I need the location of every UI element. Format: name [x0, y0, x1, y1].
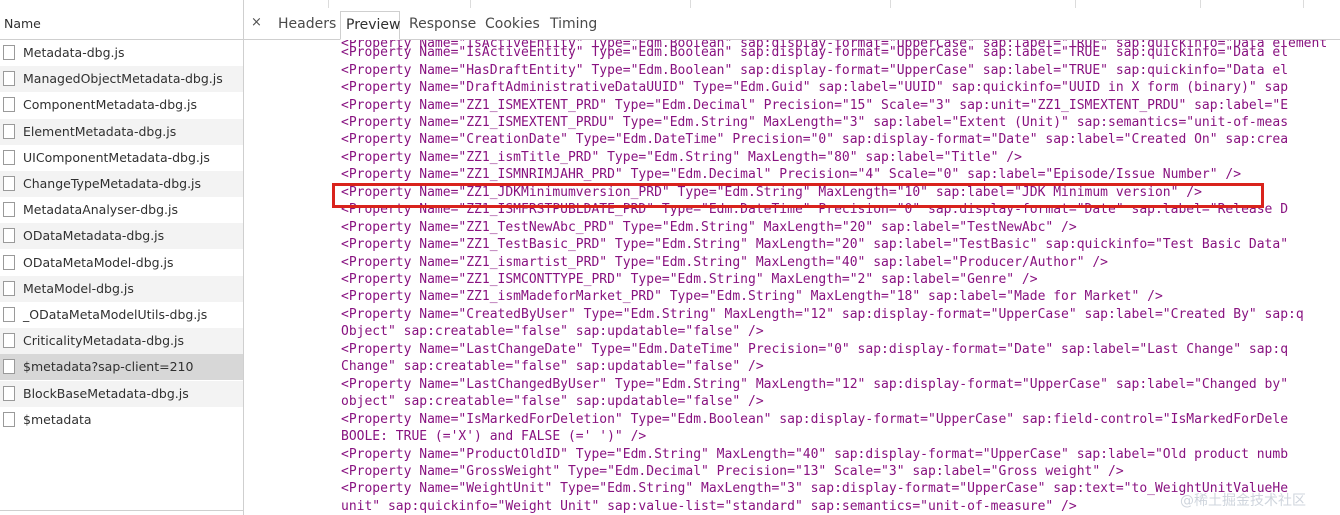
request-name: ChangeTypeMetadata-dbg.js: [23, 176, 202, 191]
request-list-item[interactable]: BlockBaseMetadata-dbg.js: [0, 380, 243, 407]
request-name: ODataMetadata-dbg.js: [23, 228, 165, 244]
code-line: <Property Name="HasDraftEntity" Type="Ed…: [341, 62, 1289, 78]
code-line: <Property Name="ZZ1_ismartist_PRD" Type=…: [341, 254, 1109, 270]
code-line: <Property Name="ZZ1_ISMEXTENT_PRD" Type=…: [341, 97, 1289, 113]
file-icon: [3, 359, 15, 375]
request-name: ManagedObjectMetadata-dbg.js: [23, 71, 223, 87]
name-column-header-label: Name: [4, 16, 41, 31]
file-icon: [3, 71, 15, 87]
code-line: BOOLE: TRUE (='X') and FALSE (=' ')" />: [341, 429, 647, 445]
tab-cookies[interactable]: Cookies: [485, 16, 540, 32]
code-line: object" sap:creatable="false" sap:updata…: [341, 394, 764, 410]
file-icon: [3, 307, 15, 322]
request-name: ComponentMetadata-dbg.js: [23, 97, 198, 113]
request-name: $metadata: [23, 411, 92, 427]
code-line: <Property Name="LastChangeDate" Type="Ed…: [341, 341, 1289, 357]
request-list-item[interactable]: ElementMetadata-dbg.js: [0, 118, 243, 145]
name-column-header[interactable]: Name: [0, 8, 243, 40]
request-name: _ODataMetaModelUtils-dbg.js: [23, 307, 208, 322]
detail-tab-bar: × Headers Preview Response Cookies Timin…: [244, 8, 1340, 40]
code-line: <Property Name="CreationDate" Type="Edm.…: [341, 132, 1289, 148]
file-icon: [3, 385, 15, 401]
request-list-item[interactable]: UIComponentMetadata-dbg.js: [0, 145, 243, 171]
request-list-item[interactable]: Metadata-dbg.js: [0, 40, 243, 66]
request-name: $metadata?sap-client=210: [23, 359, 194, 375]
code-line: <Property Name="ZZ1_TestNewAbc_PRD" Type…: [341, 219, 1077, 235]
code-line: <Property Name="IsActiveEntity" Type="Ed…: [341, 45, 1289, 61]
code-line: <Property Name="ProductOldID" Type="Edm.…: [341, 446, 1289, 462]
request-list-item[interactable]: _ODataMetaModelUtils-dbg.js: [0, 302, 243, 328]
code-line: <Property Name="ZZ1_ismMadeforMarket_PRD…: [341, 289, 1163, 305]
code-line: <Property Name="CreatedByUser" Type="Edm…: [341, 306, 1304, 322]
code-line: <Property Name="GrossWeight" Type="Edm.D…: [341, 463, 1124, 479]
file-icon: [3, 123, 15, 139]
file-icon: [3, 333, 15, 349]
close-icon[interactable]: ×: [251, 15, 262, 30]
tab-headers[interactable]: Headers: [278, 16, 336, 32]
request-list-item[interactable]: ManagedObjectMetadata-dbg.js: [0, 66, 243, 93]
tab-timing[interactable]: Timing: [550, 16, 597, 32]
request-list-item[interactable]: ODataMetadata-dbg.js: [0, 223, 243, 250]
highlight-box: [332, 183, 1264, 208]
request-name: Metadata-dbg.js: [23, 45, 125, 60]
request-name: UIComponentMetadata-dbg.js: [23, 149, 210, 165]
code-line: <Property Name="ZZ1_ISMNRIMJAHR_PRD" Typ…: [341, 167, 1242, 183]
file-icon: [3, 280, 15, 296]
file-icon: [3, 45, 15, 60]
file-icon: [3, 176, 15, 191]
request-list-item[interactable]: $metadata?sap-client=210: [0, 354, 243, 381]
file-icon: [3, 202, 15, 218]
tab-response[interactable]: Response: [409, 16, 476, 32]
request-name: MetadataAnalyser-dbg.js: [23, 202, 179, 218]
request-list-item[interactable]: MetadataAnalyser-dbg.js: [0, 197, 243, 223]
tab-preview-label: Preview: [346, 17, 401, 33]
request-list-panel: Name Metadata-dbg.js ManagedObjectMetadat…: [0, 0, 244, 515]
code-line: <Property Name="ZZ1_ISMCONTTYPE_PRD" Typ…: [341, 272, 1038, 287]
code-line: <Property Name="ZZ1_ISMEXTENT_PRDU" Type…: [341, 114, 1289, 130]
code-line: <Property Name="IsMarkedForDeletion" Typ…: [341, 411, 1289, 427]
code-line: <Property Name="LastChangedByUser" Type=…: [341, 376, 1289, 392]
file-icon: [3, 149, 15, 165]
code-line: <Property Name="ZZ1_ismTitle_PRD" Type="…: [341, 149, 1022, 165]
request-list-item[interactable]: ChangeTypeMetadata-dbg.js: [0, 171, 243, 197]
request-name: ODataMetaModel-dbg.js: [23, 254, 174, 270]
tab-preview[interactable]: Preview: [340, 11, 401, 40]
code-line: <Property Name="ZZ1_TestBasic_PRD" Type=…: [341, 237, 1289, 253]
request-list-item[interactable]: $metadata: [0, 407, 243, 433]
request-list-item[interactable]: MetaModel-dbg.js: [0, 275, 243, 302]
request-name: BlockBaseMetadata-dbg.js: [23, 385, 189, 401]
request-detail-panel: × Headers Preview Response Cookies Timin…: [244, 0, 1340, 515]
request-name: MetaModel-dbg.js: [23, 280, 134, 296]
file-icon: [3, 254, 15, 270]
file-icon: [3, 97, 15, 113]
code-line: Object" sap:creatable="false" sap:updata…: [341, 324, 764, 340]
request-name: ElementMetadata-dbg.js: [23, 123, 177, 139]
file-icon: [3, 411, 15, 427]
request-list-item[interactable]: ComponentMetadata-dbg.js: [0, 92, 243, 118]
request-list-item[interactable]: ODataMetaModel-dbg.js: [0, 250, 243, 276]
code-line: Change" sap:creatable="false" sap:updata…: [341, 359, 764, 375]
watermark: @稀土掘金技术社区: [1180, 493, 1306, 509]
code-line: <Property Name="DraftAdministrativeDataU…: [341, 80, 1289, 96]
request-name: CriticalityMetadata-dbg.js: [23, 333, 184, 349]
list-bottom-divider: [0, 510, 243, 511]
preview-content[interactable]: <Property Name="IsActiveEntity" Type="Ed…: [341, 40, 1340, 515]
request-list-item[interactable]: CriticalityMetadata-dbg.js: [0, 328, 243, 355]
file-icon: [3, 228, 15, 244]
